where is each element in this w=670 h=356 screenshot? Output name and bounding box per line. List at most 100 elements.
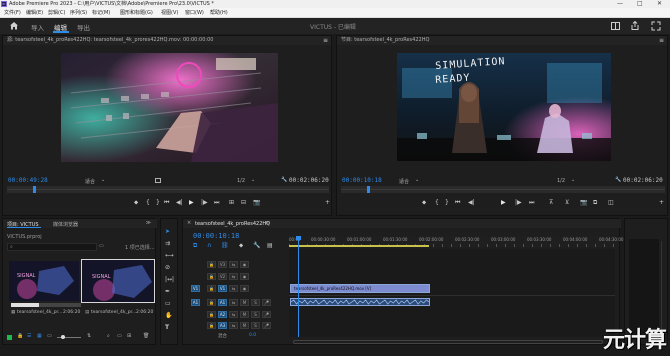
zoom-slider-handle[interactable] xyxy=(61,335,65,339)
pen-icon[interactable] xyxy=(7,335,12,340)
linked-selection-icon[interactable]: ⛓ xyxy=(221,242,229,249)
panel-menu-icon[interactable]: ≡ xyxy=(659,37,664,44)
type-tool-icon[interactable]: T xyxy=(165,324,169,331)
menu-window[interactable]: 窗口(W) xyxy=(185,9,204,17)
solo-button[interactable]: S xyxy=(251,299,260,306)
step-forward-icon[interactable]: |▶ xyxy=(515,199,522,206)
menu-file[interactable]: 文件(F) xyxy=(4,9,21,17)
new-bin-icon[interactable]: ▭ xyxy=(117,333,122,339)
share-icon[interactable] xyxy=(631,21,639,30)
vr-view-icon[interactable]: ◫ xyxy=(608,199,614,206)
program-timecode[interactable]: 00:00:10:18 xyxy=(342,177,382,184)
menu-sequence[interactable]: 序列(S) xyxy=(70,9,87,17)
track-label-a1[interactable]: A1 xyxy=(218,299,227,306)
timeline-timecode[interactable]: 00:00:10:18 xyxy=(193,232,239,240)
sync-lock-icon[interactable]: ⇆ xyxy=(229,299,238,306)
source-playhead[interactable] xyxy=(32,186,36,193)
chevron-down-icon[interactable]: ⌄ xyxy=(251,177,255,183)
track-label-a3[interactable]: A3 xyxy=(218,322,227,329)
selection-tool-icon[interactable]: ➤ xyxy=(165,228,170,235)
track-label-v3[interactable]: V3 xyxy=(218,261,227,268)
close-icon[interactable]: × xyxy=(187,220,191,226)
mark-out-icon[interactable]: } xyxy=(445,199,449,206)
timeline-ruler[interactable]: 00:00 00:00:30:00 00:01:00:00 00:01:30:0… xyxy=(289,236,623,247)
lock-icon[interactable]: 🔒 xyxy=(17,333,23,339)
wrench-icon[interactable]: 🔧 xyxy=(615,177,621,183)
mark-in-icon[interactable]: { xyxy=(435,199,439,206)
workspaces-icon[interactable] xyxy=(611,22,620,30)
go-to-in-icon[interactable]: ⏮ xyxy=(455,199,460,206)
home-icon[interactable] xyxy=(9,21,19,30)
menu-clip[interactable]: 剪辑(C) xyxy=(48,9,65,17)
chevron-down-icon[interactable]: ⌄ xyxy=(101,177,105,183)
maximize-icon[interactable]: □ xyxy=(637,0,643,8)
close-icon[interactable]: ✕ xyxy=(657,0,662,8)
step-forward-icon[interactable]: |▶ xyxy=(201,199,208,206)
play-icon[interactable]: ▶ xyxy=(501,199,506,206)
chevron-down-icon[interactable]: ⌄ xyxy=(415,177,419,183)
sequence-tab[interactable]: tearsofsteel_4k_proRes422HQ xyxy=(195,221,270,227)
tab-export[interactable]: 导出 xyxy=(77,22,90,32)
project-item-thumbnail[interactable]: SIGNAL xyxy=(9,261,79,301)
new-item-icon[interactable]: ⊞ xyxy=(127,333,131,339)
panel-menu-icon[interactable]: ≡ xyxy=(265,220,269,226)
new-bin-icon[interactable]: ▭ xyxy=(99,243,104,249)
lift-icon[interactable]: ⊼ xyxy=(549,199,553,206)
rectangle-tool-icon[interactable]: ▭ xyxy=(165,300,171,307)
menu-markers[interactable]: 标记(M) xyxy=(92,9,110,17)
add-marker-icon[interactable]: ⬥ xyxy=(422,199,426,206)
source-scrub-bar[interactable] xyxy=(7,186,329,193)
timeline-scrollbar[interactable] xyxy=(293,340,603,344)
clear-icon[interactable]: 🗑 xyxy=(143,333,149,339)
insert-sequence-icon[interactable]: ⧉ xyxy=(193,242,197,249)
project-item-name[interactable]: tearsofsteel_4k_pr... xyxy=(91,310,136,315)
track-label-a2[interactable]: A2 xyxy=(218,311,227,318)
ripple-edit-tool-icon[interactable]: ⟷ xyxy=(165,252,174,259)
tab-media-browser[interactable]: 媒体浏览器 xyxy=(53,221,78,228)
settings-panel-icon[interactable] xyxy=(155,178,161,183)
video-clip[interactable]: tearsofsteel_4k_proRes422HQ.mov [V] xyxy=(290,284,431,293)
extract-icon[interactable]: ⊻ xyxy=(565,199,569,206)
microphone-icon[interactable]: 🎤 xyxy=(262,322,271,329)
track-select-tool-icon[interactable]: ⇉ xyxy=(165,240,170,247)
captions-icon[interactable]: ▤ xyxy=(267,242,273,249)
source-patch-v1[interactable]: V1 xyxy=(191,285,200,292)
freeform-view-icon[interactable]: ▭ xyxy=(47,333,52,339)
lock-track-icon[interactable]: 🔒 xyxy=(207,311,216,318)
eye-icon[interactable]: ◉ xyxy=(240,273,249,280)
go-to-in-icon[interactable]: ⏮ xyxy=(164,199,169,206)
eye-icon[interactable]: ◉ xyxy=(240,261,249,268)
find-icon[interactable]: ⌕ xyxy=(107,333,110,339)
menu-help[interactable]: 帮助(H) xyxy=(210,9,228,17)
insert-icon[interactable]: ⊞ xyxy=(229,199,234,206)
solo-button[interactable]: S xyxy=(251,322,260,329)
project-item-thumbnail-selected[interactable]: SIGNAL xyxy=(81,259,155,303)
add-marker-icon[interactable]: ⬥ xyxy=(239,242,243,249)
source-timecode[interactable]: 00:00:49:28 xyxy=(8,177,48,184)
list-view-icon[interactable]: ☰ xyxy=(27,333,31,339)
lock-track-icon[interactable]: 🔒 xyxy=(207,273,216,280)
track-label-v2[interactable]: V2 xyxy=(218,273,227,280)
mark-in-icon[interactable]: { xyxy=(146,199,150,206)
panel-menu-icon[interactable]: ≡ xyxy=(323,37,328,44)
slip-tool-icon[interactable]: |↔| xyxy=(165,276,174,283)
sort-icon[interactable]: ⇅ xyxy=(87,333,91,339)
sync-lock-icon[interactable]: ⇆ xyxy=(229,261,238,268)
timeline-playhead[interactable] xyxy=(295,236,301,337)
lock-track-icon[interactable]: 🔒 xyxy=(207,322,216,329)
timeline-tracks[interactable]: tearsofsteel_4k_proRes422HQ.mov [V] xyxy=(289,236,615,337)
add-button-icon[interactable]: + xyxy=(325,199,330,206)
menu-graphics[interactable]: 图形和标题(G) xyxy=(120,9,153,17)
mute-button[interactable]: M xyxy=(240,322,249,329)
sync-lock-icon[interactable]: ⇆ xyxy=(229,285,238,292)
source-video-frame[interactable] xyxy=(61,53,278,162)
add-marker-icon[interactable]: ⬥ xyxy=(134,199,138,206)
overwrite-icon[interactable]: ⊟ xyxy=(241,199,246,206)
hand-tool-icon[interactable]: ✋ xyxy=(165,312,172,319)
minimize-icon[interactable]: — xyxy=(617,0,623,8)
mix-value[interactable]: 0.0 xyxy=(249,333,256,338)
panel-menu-icon[interactable]: ≫ xyxy=(146,220,151,226)
source-resolution-select[interactable]: 1/2 xyxy=(237,178,245,184)
mute-button[interactable]: M xyxy=(240,299,249,306)
razor-tool-icon[interactable]: ⊘ xyxy=(165,264,170,271)
